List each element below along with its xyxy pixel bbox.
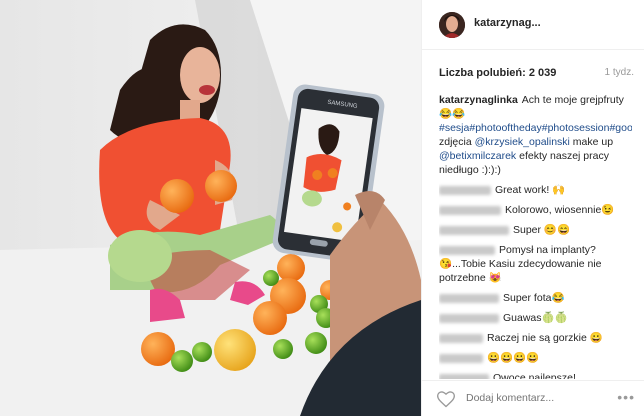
caption: katarzynaglinka Ach te moje grejpfruty 😂😂…: [439, 93, 632, 177]
likes-row: Liczba polubień: 2 039 1 tydz.: [439, 67, 634, 81]
comment-text: Kolorowo, wiosennie😉: [505, 204, 615, 216]
caption-hashtags[interactable]: #sesja#photooftheday#photosession#goodvi…: [439, 122, 632, 134]
comment-text: Super fota😂: [503, 292, 565, 304]
post-footer: •••: [422, 380, 644, 416]
caption-mention-makeup[interactable]: @betixmilczarek: [439, 150, 516, 162]
caption-text-2: zdjęcia: [439, 136, 475, 148]
comment-text: Super 😊😄: [513, 224, 571, 236]
comment-row: Owoce najlepsze!: [439, 371, 632, 379]
blurred-username[interactable]: [439, 333, 483, 343]
comment-row: Great work! 🙌: [439, 183, 632, 197]
post-photo[interactable]: SAMSUNG: [0, 0, 421, 416]
caption-author[interactable]: katarzynaglinka: [439, 94, 518, 106]
comment-row: 😀😀😀😀: [439, 351, 632, 365]
comment-row: Pomysł na implanty? 😘...Tobie Kasiu zdec…: [439, 243, 632, 285]
comment-rows: Great work! 🙌 Kolorowo, wiosennie😉 Super 😊…: [439, 183, 632, 379]
blurred-username[interactable]: [439, 293, 499, 303]
comment-row: Super fota😂: [439, 291, 632, 305]
blurred-username[interactable]: [439, 313, 499, 323]
blurred-username[interactable]: [439, 185, 491, 195]
comment-row: Kolorowo, wiosennie😉: [439, 203, 632, 217]
comment-row: Super 😊😄: [439, 223, 632, 237]
like-heart-icon[interactable]: [436, 389, 456, 409]
blurred-username[interactable]: [439, 373, 489, 379]
avatar-image: [439, 12, 465, 38]
likes-count[interactable]: Liczba polubień: 2 039: [439, 67, 556, 79]
instagram-post: SAMSUNG katarzynag... Liczba polubień: 2…: [0, 0, 644, 416]
blurred-username[interactable]: [439, 245, 495, 255]
blurred-username[interactable]: [439, 353, 483, 363]
more-options-button[interactable]: •••: [617, 389, 635, 405]
username-link[interactable]: katarzynag...: [474, 17, 541, 29]
avatar[interactable]: [439, 12, 465, 38]
comment-text: 😀😀😀😀: [487, 352, 540, 364]
blurred-username[interactable]: [439, 205, 501, 215]
caption-mention-photographer[interactable]: @krzysiek_opalinski: [475, 136, 570, 148]
add-comment-input[interactable]: [466, 392, 606, 404]
photo-illustration: SAMSUNG: [0, 0, 421, 416]
post-time[interactable]: 1 tydz.: [605, 67, 634, 78]
post-header: katarzynag...: [422, 0, 644, 50]
comment-row: Raczej nie są gorzkie 😀: [439, 331, 632, 345]
comment-text: Guawas🍈🍈: [503, 312, 568, 324]
comment-text: Owoce najlepsze!: [493, 372, 576, 379]
post-details-panel: katarzynag... Liczba polubień: 2 039 1 t…: [421, 0, 644, 416]
comment-text: Great work! 🙌: [495, 184, 566, 196]
comments-list[interactable]: katarzynaglinka Ach te moje grejpfruty 😂😂…: [439, 93, 632, 379]
comment-text: Raczej nie są gorzkie 😀: [487, 332, 603, 344]
comment-row: Guawas🍈🍈: [439, 311, 632, 325]
caption-text-3: make up: [569, 136, 614, 148]
blurred-username[interactable]: [439, 225, 509, 235]
